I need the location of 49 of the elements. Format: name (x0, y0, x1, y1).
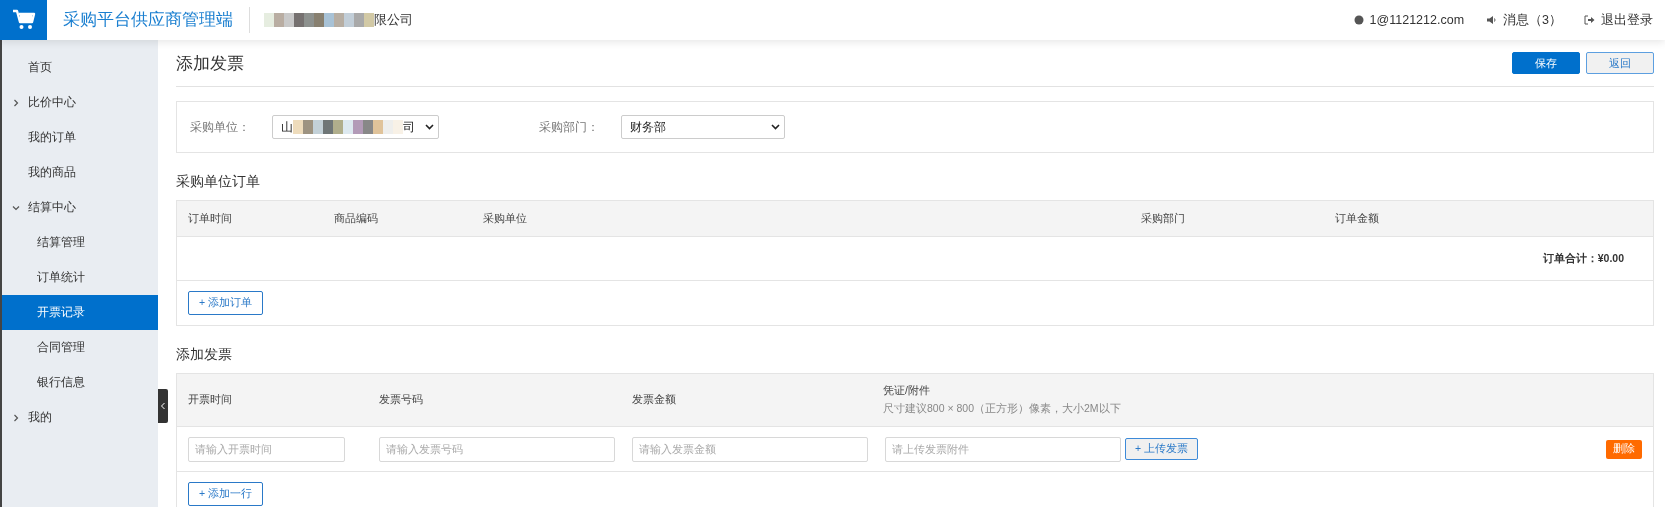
sidebar-item[interactable]: 结算管理 (2, 225, 158, 260)
add-row-button[interactable]: + 添加一行 (188, 482, 264, 506)
input-field[interactable]: 请输入发票金额 (632, 436, 868, 462)
sidebar-item[interactable]: 合同管理 (2, 330, 158, 365)
app-title: 采购平台供应商管理端 (63, 7, 250, 33)
add-order-button[interactable]: + 添加订单 (188, 291, 264, 315)
input-field[interactable]: 请输入开票时间 (188, 436, 345, 462)
filter-label: 采购单位： (190, 118, 251, 136)
sidebar-item[interactable]: 比价中心 (2, 85, 158, 120)
column-header: 发票号码 (379, 393, 424, 407)
logout-link[interactable]: 退出登录 (1601, 11, 1653, 29)
size-hint: 尺寸建议800 × 800（正方形）像素，大小2M以下 (883, 402, 1122, 416)
company-name: 限公司 (374, 11, 413, 29)
order-total: 订单合计：¥0.00 (1542, 251, 1624, 266)
back-button[interactable]: 返回 (1586, 52, 1654, 74)
sidebar-item[interactable]: 我的商品 (2, 155, 158, 190)
select-field[interactable]: 财务部 (621, 115, 785, 139)
column-header: 发票金额 (632, 393, 677, 407)
section-title: 采购单位订单 (176, 173, 261, 191)
sidebar-item[interactable]: 我的订单 (2, 120, 158, 155)
sidebar-item[interactable]: 首页 (2, 50, 158, 85)
sidebar-item[interactable]: 开票记录 (2, 295, 158, 330)
chevron-down-icon (425, 124, 434, 130)
speaker-icon (1486, 15, 1498, 25)
sidebar-item[interactable]: 银行信息 (2, 365, 158, 400)
logout-icon (1584, 15, 1595, 25)
column-header: 开票时间 (188, 393, 233, 407)
sidebar-item[interactable]: 我的 (2, 400, 158, 435)
sidebar-item[interactable]: 订单统计 (2, 260, 158, 295)
section-title: 添加发票 (176, 346, 233, 364)
select-field[interactable]: 山 司 (272, 115, 439, 139)
chevron-down-icon (771, 124, 780, 130)
input-field[interactable]: 请上传发票附件 (885, 436, 1121, 462)
messages-link[interactable]: 消息（3） (1503, 11, 1562, 29)
user-email: 1@1121212.com (1369, 13, 1465, 27)
user-icon (1353, 15, 1364, 25)
column-header: 订单时间 (188, 211, 233, 226)
column-header: 采购部门 (1141, 211, 1186, 226)
collapse-handle[interactable] (158, 389, 168, 423)
column-header: 采购单位 (483, 211, 528, 226)
input-field[interactable]: 请输入发票号码 (379, 436, 615, 462)
sidebar-item[interactable]: 结算中心 (2, 190, 158, 225)
page-title: 添加发票 (176, 52, 244, 75)
column-header: 商品编码 (334, 211, 379, 226)
column-header: 凭证/附件 尺寸建议800 × 800（正方形）像素，大小2M以下 (883, 384, 1653, 416)
filter-label: 采购部门： (539, 118, 600, 136)
save-button[interactable]: 保存 (1512, 52, 1580, 74)
upload-button[interactable]: + 上传发票 (1125, 438, 1199, 460)
column-header: 订单金额 (1335, 211, 1380, 226)
